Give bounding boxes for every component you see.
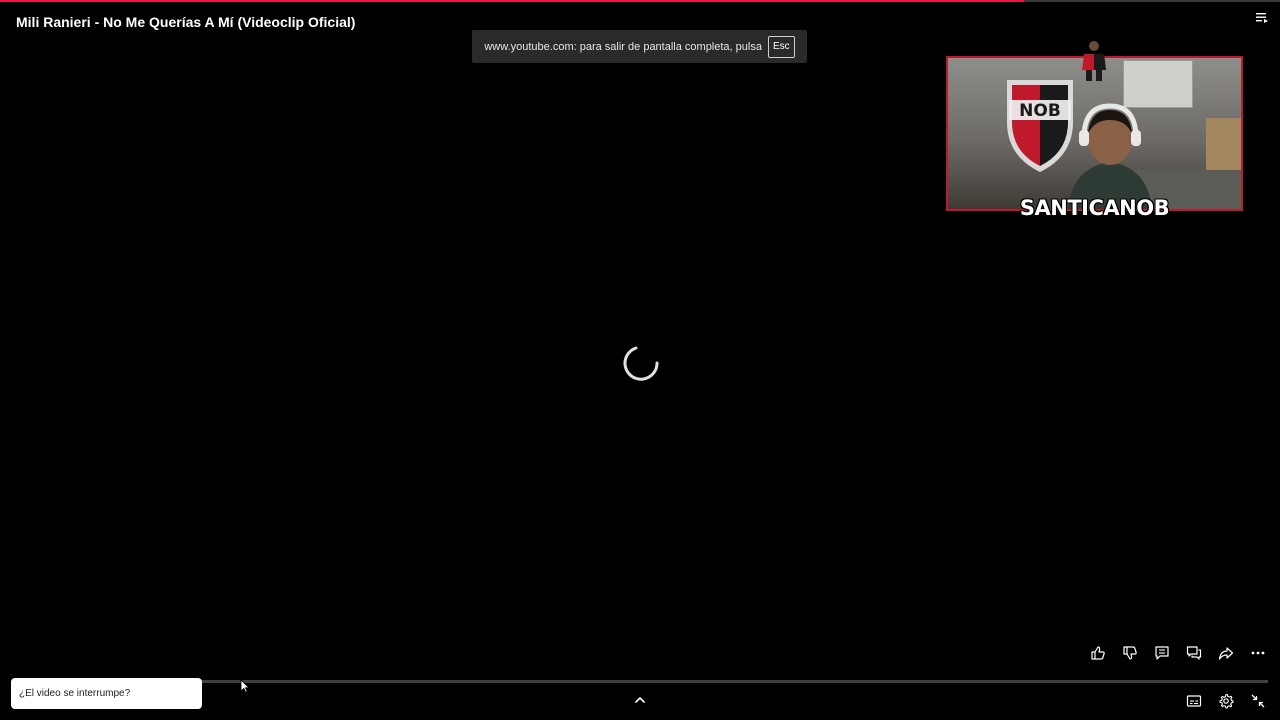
video-title: Mili Ranieri - No Me Querías A Mí (Video… [16, 14, 356, 30]
more-button[interactable] [1248, 642, 1268, 664]
comments-icon [1155, 646, 1169, 660]
playlist-icon[interactable] [1256, 12, 1268, 24]
more-icon [1251, 651, 1265, 655]
live-chat-icon [1186, 646, 1202, 660]
loading-spinner-icon [623, 346, 659, 381]
streamer-name-label: SANTICANOB [1019, 196, 1170, 220]
player-controls-right [1184, 690, 1268, 712]
shield-text: NOB [1019, 101, 1061, 121]
help-chip-text: ¿El video se interrumpe? [19, 688, 131, 699]
webcam-background-box [1206, 118, 1241, 178]
exit-fullscreen-button[interactable] [1248, 690, 1268, 712]
like-button[interactable] [1088, 642, 1108, 664]
settings-gear-icon [1219, 693, 1234, 709]
thumbs-down-icon [1123, 646, 1137, 660]
streamer-figure-icon [1068, 103, 1152, 209]
fullscreen-exit-toast: www.youtube.com: para salir de pantalla … [472, 30, 807, 63]
action-row [1088, 642, 1268, 664]
exit-fullscreen-icon [1251, 694, 1265, 708]
fullscreen-toast-message: www.youtube.com: para salir de pantalla … [484, 40, 762, 53]
comments-button[interactable] [1152, 642, 1172, 664]
top-progress-fill [0, 0, 1024, 2]
mouse-cursor-icon [240, 679, 250, 693]
live-chat-button[interactable] [1184, 642, 1204, 664]
settings-button[interactable] [1216, 690, 1236, 712]
subtitles-button[interactable] [1184, 690, 1204, 712]
chevron-up-icon [635, 697, 645, 703]
share-button[interactable] [1216, 642, 1236, 664]
share-icon [1218, 647, 1234, 660]
subtitles-icon [1186, 695, 1202, 707]
dislike-button[interactable] [1120, 642, 1140, 664]
esc-key-badge: Esc [767, 35, 795, 58]
player-sticker-icon [1082, 41, 1106, 81]
top-progress-bar [0, 0, 1280, 2]
expand-panel-button[interactable] [632, 692, 648, 708]
thumbs-up-icon [1091, 646, 1105, 660]
video-interrupted-prompt[interactable]: ¿El video se interrumpe? [11, 678, 202, 709]
